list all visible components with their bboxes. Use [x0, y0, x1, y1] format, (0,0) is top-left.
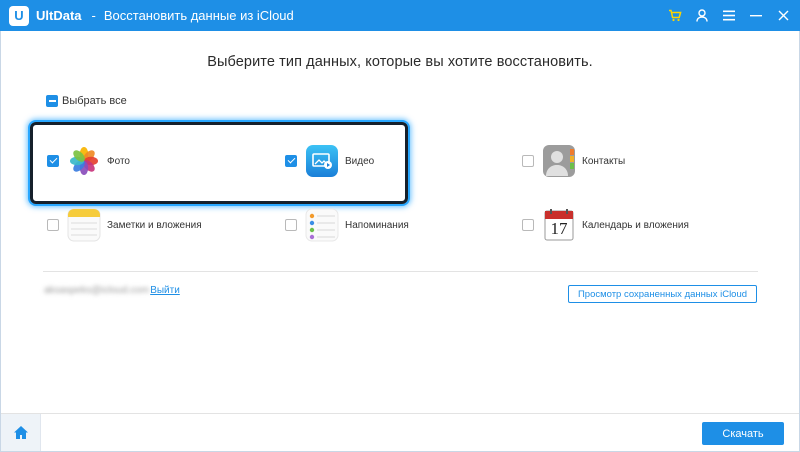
reminders-checkbox[interactable] — [285, 219, 297, 231]
view-saved-data-button[interactable]: Просмотр сохраненных данных iCloud — [568, 285, 757, 303]
account-email: aksaspeks@icloud.com — [44, 285, 150, 296]
data-type-photos[interactable]: Фото — [47, 144, 130, 178]
contacts-checkbox[interactable] — [522, 155, 534, 167]
photos-checkbox[interactable] — [47, 155, 59, 167]
app-name: UltData — [36, 8, 82, 23]
video-label: Видео — [345, 155, 375, 167]
data-type-notes[interactable]: Заметки и вложения — [47, 208, 202, 242]
app-logo: U — [9, 5, 29, 26]
contacts-label: Контакты — [582, 155, 626, 167]
photos-label: Фото — [107, 155, 130, 167]
photos-icon — [67, 144, 101, 178]
page-name: Восстановить данные из iCloud — [103, 8, 294, 23]
account-info: aksaspeks@icloud.com Выйти — [44, 285, 180, 296]
data-type-video[interactable]: Видео — [285, 144, 374, 178]
title-bar: U UltData - Восстановить данные из iClou… — [0, 0, 800, 31]
video-checkbox[interactable] — [285, 155, 297, 167]
logout-link[interactable]: Выйти — [150, 285, 180, 296]
download-button[interactable]: Скачать — [702, 422, 784, 445]
page-heading: Выберите тип данных, которые вы хотите в… — [207, 54, 593, 70]
home-icon — [13, 426, 28, 439]
home-button[interactable] — [1, 414, 41, 451]
calendar-label: Календарь и вложения — [582, 219, 689, 231]
menu-icon[interactable] — [716, 3, 742, 29]
calendar-icon: 17 — [542, 208, 576, 242]
cart-icon[interactable] — [662, 3, 688, 29]
notes-icon — [67, 208, 101, 242]
contacts-icon — [542, 144, 576, 178]
calendar-day: 17 — [550, 219, 568, 238]
partial-checkbox-icon — [46, 95, 58, 107]
section-divider — [43, 271, 758, 272]
calendar-checkbox[interactable] — [522, 219, 534, 231]
video-icon — [305, 144, 339, 178]
data-type-calendar[interactable]: 17 Календарь и вложения — [522, 208, 689, 242]
footer-divider — [1, 413, 799, 414]
notes-label: Заметки и вложения — [107, 219, 202, 231]
data-type-contacts[interactable]: Контакты — [522, 144, 625, 178]
reminders-label: Напоминания — [345, 219, 409, 231]
minimize-icon[interactable] — [743, 3, 769, 29]
data-type-reminders[interactable]: Напоминания — [285, 208, 409, 242]
close-icon[interactable] — [770, 3, 796, 29]
notes-checkbox[interactable] — [47, 219, 59, 231]
select-all-checkbox[interactable]: Выбрать все — [46, 95, 127, 107]
user-icon[interactable] — [689, 3, 715, 29]
title-separator: - — [91, 8, 96, 23]
select-all-label: Выбрать все — [62, 95, 127, 107]
reminders-icon — [305, 208, 339, 242]
